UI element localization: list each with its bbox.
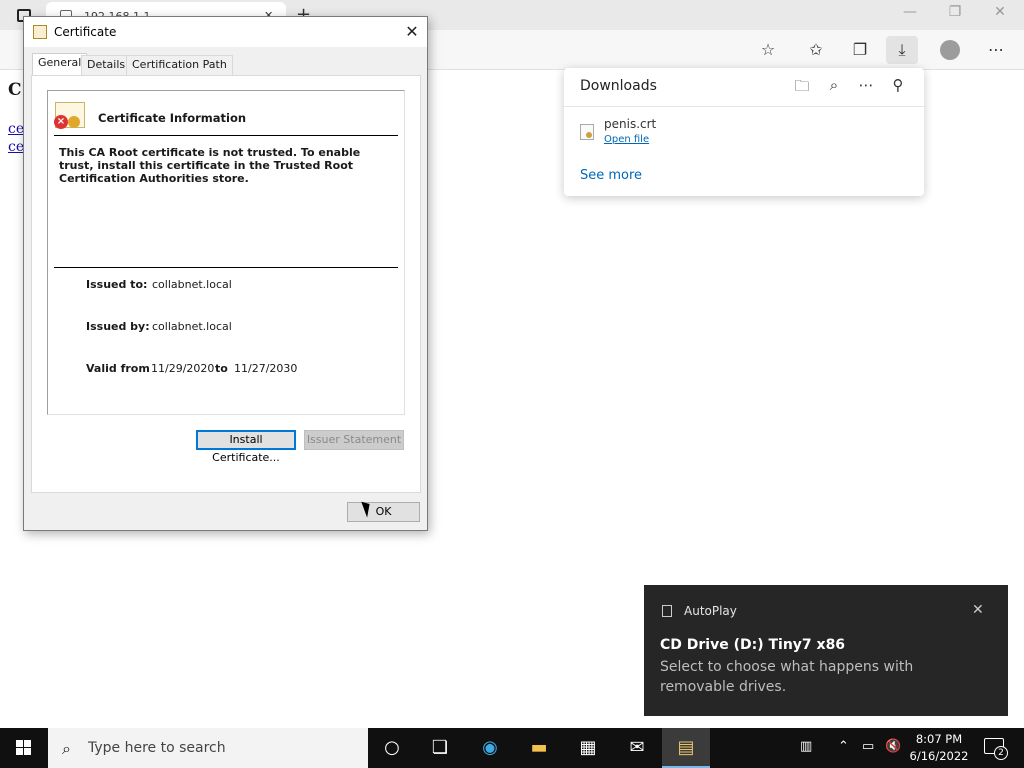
- pin-icon[interactable]: ⚲: [886, 76, 910, 94]
- show-hidden-icons[interactable]: ⌃: [838, 739, 849, 754]
- edge-icon[interactable]: ◉: [466, 728, 514, 768]
- start-button[interactable]: [0, 728, 48, 768]
- search-icon: ⌕: [62, 739, 71, 758]
- open-folder-icon[interactable]: 🗀: [790, 76, 814, 101]
- window-close-button[interactable]: ✕: [980, 4, 1020, 26]
- mail-icon[interactable]: ✉: [613, 728, 661, 768]
- volume-muted-icon[interactable]: 🔇: [885, 739, 901, 754]
- certificate-app-icon[interactable]: ▤: [662, 728, 710, 768]
- page-link[interactable]: ce: [8, 139, 24, 155]
- downloads-title: Downloads: [580, 78, 657, 94]
- info-heading: Certificate Information: [98, 111, 247, 125]
- search-icon[interactable]: ⌕: [822, 76, 846, 94]
- divider: [564, 106, 924, 107]
- issued-to-label: Issued to:: [86, 278, 148, 291]
- notification-count-badge: 2: [994, 746, 1008, 760]
- trust-message: This CA Root certificate is not trusted.…: [59, 146, 361, 185]
- valid-from-value: 11/29/2020: [151, 362, 215, 375]
- more-options-icon[interactable]: ⋯: [854, 76, 878, 94]
- see-more-link[interactable]: See more: [580, 168, 642, 183]
- general-panel: × Certificate Information This CA Root c…: [31, 75, 421, 493]
- collections-icon[interactable]: ❐: [844, 36, 876, 64]
- page-heading: C: [8, 80, 22, 100]
- certificate-icon: [33, 25, 47, 39]
- autoplay-notification[interactable]: AutoPlay ✕ CD Drive (D:) Tiny7 x86 Selec…: [644, 585, 1008, 716]
- dialog-titlebar[interactable]: Certificate ✕: [24, 17, 427, 47]
- dialog-title: Certificate: [54, 25, 117, 39]
- network-icon[interactable]: ▭: [862, 739, 874, 754]
- favorites-icon[interactable]: ✩: [800, 36, 832, 64]
- clock[interactable]: 8:07 PM 6/16/2022: [904, 731, 974, 765]
- news-widget-icon[interactable]: ▥: [800, 739, 812, 754]
- tab-general[interactable]: General: [32, 53, 88, 75]
- taskbar: ⌕ Type here to search ○ ❏ ◉ ▬ ▦ ✉ ▤ ▥ ⌃ …: [0, 728, 1024, 768]
- profile-icon[interactable]: [940, 40, 960, 60]
- valid-to-value: 11/27/2030: [234, 362, 298, 375]
- ok-button[interactable]: OK: [347, 502, 420, 522]
- untrusted-certificate-icon: ×: [54, 102, 85, 129]
- more-icon[interactable]: ⋯: [980, 36, 1012, 64]
- valid-from-label: Valid from: [86, 362, 150, 375]
- downloads-icon[interactable]: ⤓: [886, 36, 918, 64]
- cortana-icon[interactable]: ○: [368, 728, 416, 768]
- certificate-dialog: Certificate ✕ General Details Certificat…: [23, 16, 428, 531]
- issued-by-value: collabnet.local: [152, 320, 232, 333]
- store-icon[interactable]: ▦: [564, 728, 612, 768]
- file-explorer-icon[interactable]: ▬: [515, 728, 563, 768]
- add-favorite-icon[interactable]: ☆: [752, 36, 784, 64]
- minimize-button[interactable]: —: [890, 4, 930, 26]
- divider: [54, 267, 398, 268]
- install-certificate-button[interactable]: Install Certificate...: [196, 430, 296, 464]
- download-filename[interactable]: penis.crt: [604, 117, 656, 131]
- open-file-link[interactable]: Open file: [604, 134, 649, 145]
- windows-logo-icon: [16, 740, 32, 756]
- task-view-icon[interactable]: ❏: [416, 728, 464, 768]
- taskbar-search[interactable]: ⌕ Type here to search: [48, 728, 368, 768]
- valid-to-label: to: [215, 362, 228, 375]
- page-link[interactable]: ce: [8, 121, 24, 137]
- toast-app-name: AutoPlay: [684, 604, 737, 618]
- restore-button[interactable]: ❐: [935, 4, 975, 26]
- issued-to-value: collabnet.local: [152, 278, 232, 291]
- clock-time: 8:07 PM: [915, 732, 963, 746]
- certificate-info-box: × Certificate Information This CA Root c…: [47, 90, 405, 415]
- issued-by-label: Issued by:: [86, 320, 150, 333]
- toast-body: Select to choose what happens with remov…: [660, 659, 914, 695]
- toast-title: CD Drive (D:) Tiny7 x86: [660, 637, 846, 653]
- downloads-panel: Downloads 🗀 ⌕ ⋯ ⚲ penis.crt Open file Se…: [564, 68, 924, 196]
- divider: [54, 135, 398, 136]
- issuer-statement-button[interactable]: Issuer Statement: [304, 430, 404, 450]
- clock-date: 6/16/2022: [909, 749, 969, 763]
- certificate-file-icon: [580, 124, 594, 140]
- autoplay-icon: [662, 605, 672, 617]
- tab-certification-path[interactable]: Certification Path: [126, 55, 233, 75]
- tab-details[interactable]: Details: [81, 55, 132, 75]
- search-placeholder: Type here to search: [88, 740, 226, 756]
- toast-close-icon[interactable]: ✕: [972, 602, 984, 618]
- dialog-close-button[interactable]: ✕: [400, 20, 424, 44]
